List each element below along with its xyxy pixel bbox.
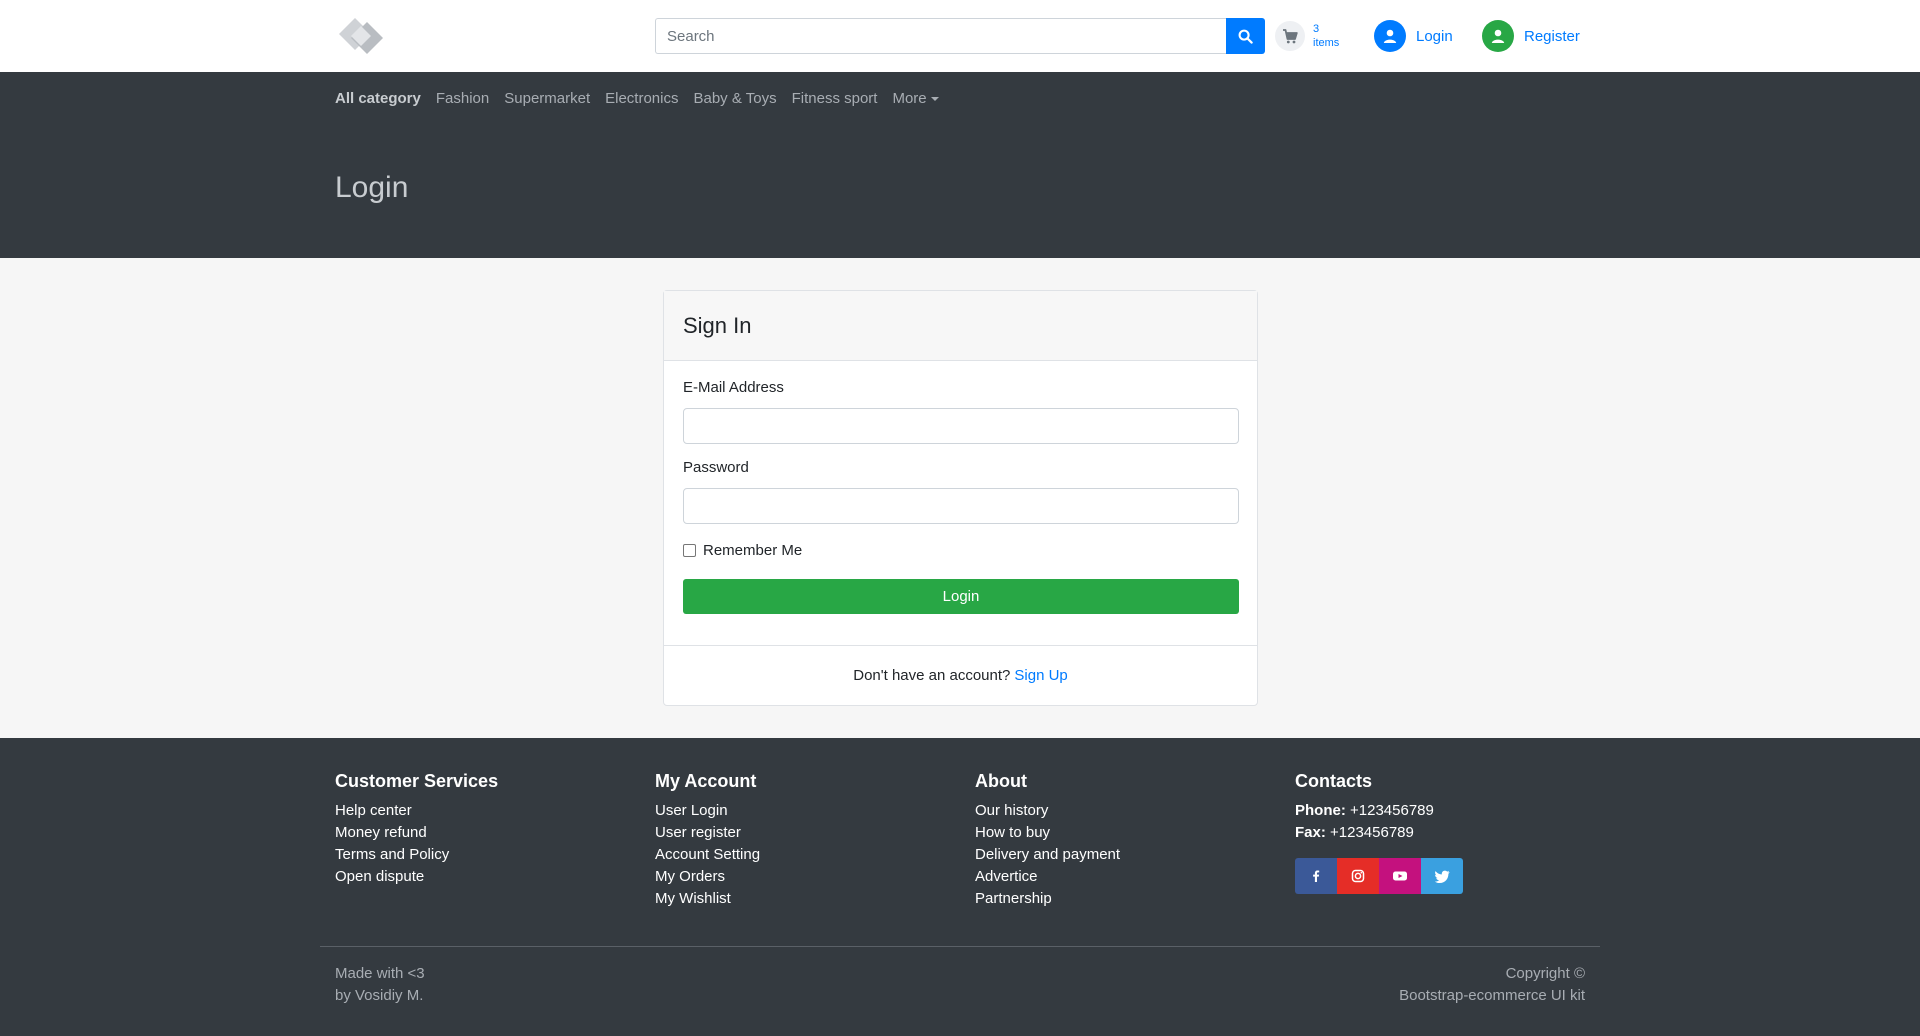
category-nav: All category Fashion Supermarket Electro… xyxy=(335,90,954,107)
nav-item-fashion[interactable]: Fashion xyxy=(436,90,489,107)
fax-value: +123456789 xyxy=(1330,824,1414,841)
cart-icon-wrapper xyxy=(1275,21,1305,51)
footer-link[interactable]: How to buy xyxy=(975,822,1120,844)
phone-label: Phone: xyxy=(1295,802,1346,819)
search-icon xyxy=(1238,29,1253,44)
footer-col-my-account: My Account User Login User register Acco… xyxy=(655,771,760,910)
cart-count-unit: items xyxy=(1313,37,1340,49)
footer-link[interactable]: User Login xyxy=(655,800,760,822)
footer-col-contacts: Contacts Phone: +123456789 Fax: +1234567… xyxy=(1295,771,1463,894)
footer-link[interactable]: My Wishlist xyxy=(655,888,760,910)
facebook-icon xyxy=(1313,870,1320,882)
password-field[interactable] xyxy=(683,488,1239,524)
user-icon-wrapper xyxy=(1482,20,1514,52)
cart-count-number: 3 xyxy=(1313,23,1320,35)
footer-col-customer-services: Customer Services Help center Money refu… xyxy=(335,771,498,888)
login-label: Login xyxy=(1416,27,1453,45)
site-footer: Customer Services Help center Money refu… xyxy=(0,738,1920,1036)
facebook-button[interactable] xyxy=(1295,858,1337,894)
footer-link[interactable]: Our history xyxy=(975,800,1120,822)
login-link[interactable]: Login xyxy=(1374,20,1453,52)
contact-fax: Fax: +123456789 xyxy=(1295,822,1463,844)
logo[interactable] xyxy=(337,16,387,56)
footer-col-title: Customer Services xyxy=(335,771,499,791)
search-button[interactable] xyxy=(1226,18,1265,54)
sign-in-card: Sign In E-Mail Address Password Remember… xyxy=(663,290,1258,706)
footer-link[interactable]: Open dispute xyxy=(335,866,498,888)
footer-link[interactable]: Money refund xyxy=(335,822,498,844)
password-label: Password xyxy=(683,459,749,476)
footer-col-title: About xyxy=(975,771,1027,791)
remember-label: Remember Me xyxy=(703,542,803,559)
signup-prompt: Don't have an account? xyxy=(853,667,1011,684)
footer-link[interactable]: Partnership xyxy=(975,888,1120,910)
twitter-button[interactable] xyxy=(1421,858,1463,894)
footer-link[interactable]: Terms and Policy xyxy=(335,844,498,866)
footer-link[interactable]: My Orders xyxy=(655,866,760,888)
copyright: Copyright © Bootstrap-ecommerce UI kit xyxy=(1399,963,1585,1007)
nav-item-all-category[interactable]: All category xyxy=(335,90,421,107)
footer-col-about: About Our history How to buy Delivery an… xyxy=(975,771,1120,910)
nav-item-electronics[interactable]: Electronics xyxy=(605,90,678,107)
made-with-credit: Made with <3 by Vosidiy M. xyxy=(335,963,425,1007)
card-footer: Don't have an account? Sign Up xyxy=(664,645,1257,705)
footer-link[interactable]: User register xyxy=(655,822,760,844)
sign-in-form: E-Mail Address Password Remember Me Logi… xyxy=(664,361,1257,646)
remember-me[interactable]: Remember Me xyxy=(683,542,802,559)
email-field[interactable] xyxy=(683,408,1239,444)
logo-icon xyxy=(339,18,383,54)
user-icon xyxy=(1491,29,1505,43)
nav-item-supermarket[interactable]: Supermarket xyxy=(504,90,590,107)
chevron-down-icon xyxy=(930,97,939,102)
made-line-2: by Vosidiy M. xyxy=(335,987,424,1004)
made-line-1: Made with <3 xyxy=(335,965,425,982)
email-label: E-Mail Address xyxy=(683,379,784,396)
cart-count: 3 items xyxy=(1313,22,1339,50)
nav-more-label: More xyxy=(892,90,927,107)
youtube-button[interactable] xyxy=(1379,858,1421,894)
user-icon xyxy=(1383,29,1397,43)
user-icon-wrapper xyxy=(1374,20,1406,52)
card-title: Sign In xyxy=(664,291,1257,361)
footer-col-title: Contacts xyxy=(1295,771,1373,791)
social-links xyxy=(1295,858,1463,894)
contact-phone: Phone: +123456789 xyxy=(1295,800,1463,822)
nav-item-more[interactable]: More xyxy=(892,90,939,107)
footer-link[interactable]: Help center xyxy=(335,800,498,822)
footer-link[interactable]: Account Setting xyxy=(655,844,760,866)
top-header: 3 items Login Register xyxy=(0,0,1920,72)
footer-link[interactable]: Advertice xyxy=(975,866,1120,888)
search-input[interactable] xyxy=(655,18,1227,54)
copyright-line-1: Copyright © xyxy=(1505,965,1585,982)
remember-checkbox[interactable] xyxy=(683,544,696,557)
footer-col-title: My Account xyxy=(655,771,757,791)
signup-link[interactable]: Sign Up xyxy=(1014,667,1067,684)
footer-divider xyxy=(320,946,1600,947)
page-title: Login xyxy=(335,171,409,204)
nav-item-baby-toys[interactable]: Baby & Toys xyxy=(693,90,776,107)
copyright-line-2: Bootstrap-ecommerce UI kit xyxy=(1399,987,1585,1004)
footer-link[interactable]: Delivery and payment xyxy=(975,844,1120,866)
register-label: Register xyxy=(1524,27,1580,45)
register-link[interactable]: Register xyxy=(1482,20,1580,52)
instagram-icon xyxy=(1351,869,1365,883)
cart-button[interactable]: 3 items xyxy=(1275,21,1339,51)
fax-label: Fax: xyxy=(1295,824,1326,841)
twitter-icon xyxy=(1434,870,1449,883)
phone-value: +123456789 xyxy=(1350,802,1434,819)
nav-item-fitness-sport[interactable]: Fitness sport xyxy=(792,90,878,107)
page-top-band xyxy=(0,72,1920,258)
instagram-button[interactable] xyxy=(1337,858,1379,894)
youtube-icon xyxy=(1393,871,1407,881)
cart-icon xyxy=(1283,28,1298,43)
login-submit-button[interactable]: Login xyxy=(683,579,1239,614)
